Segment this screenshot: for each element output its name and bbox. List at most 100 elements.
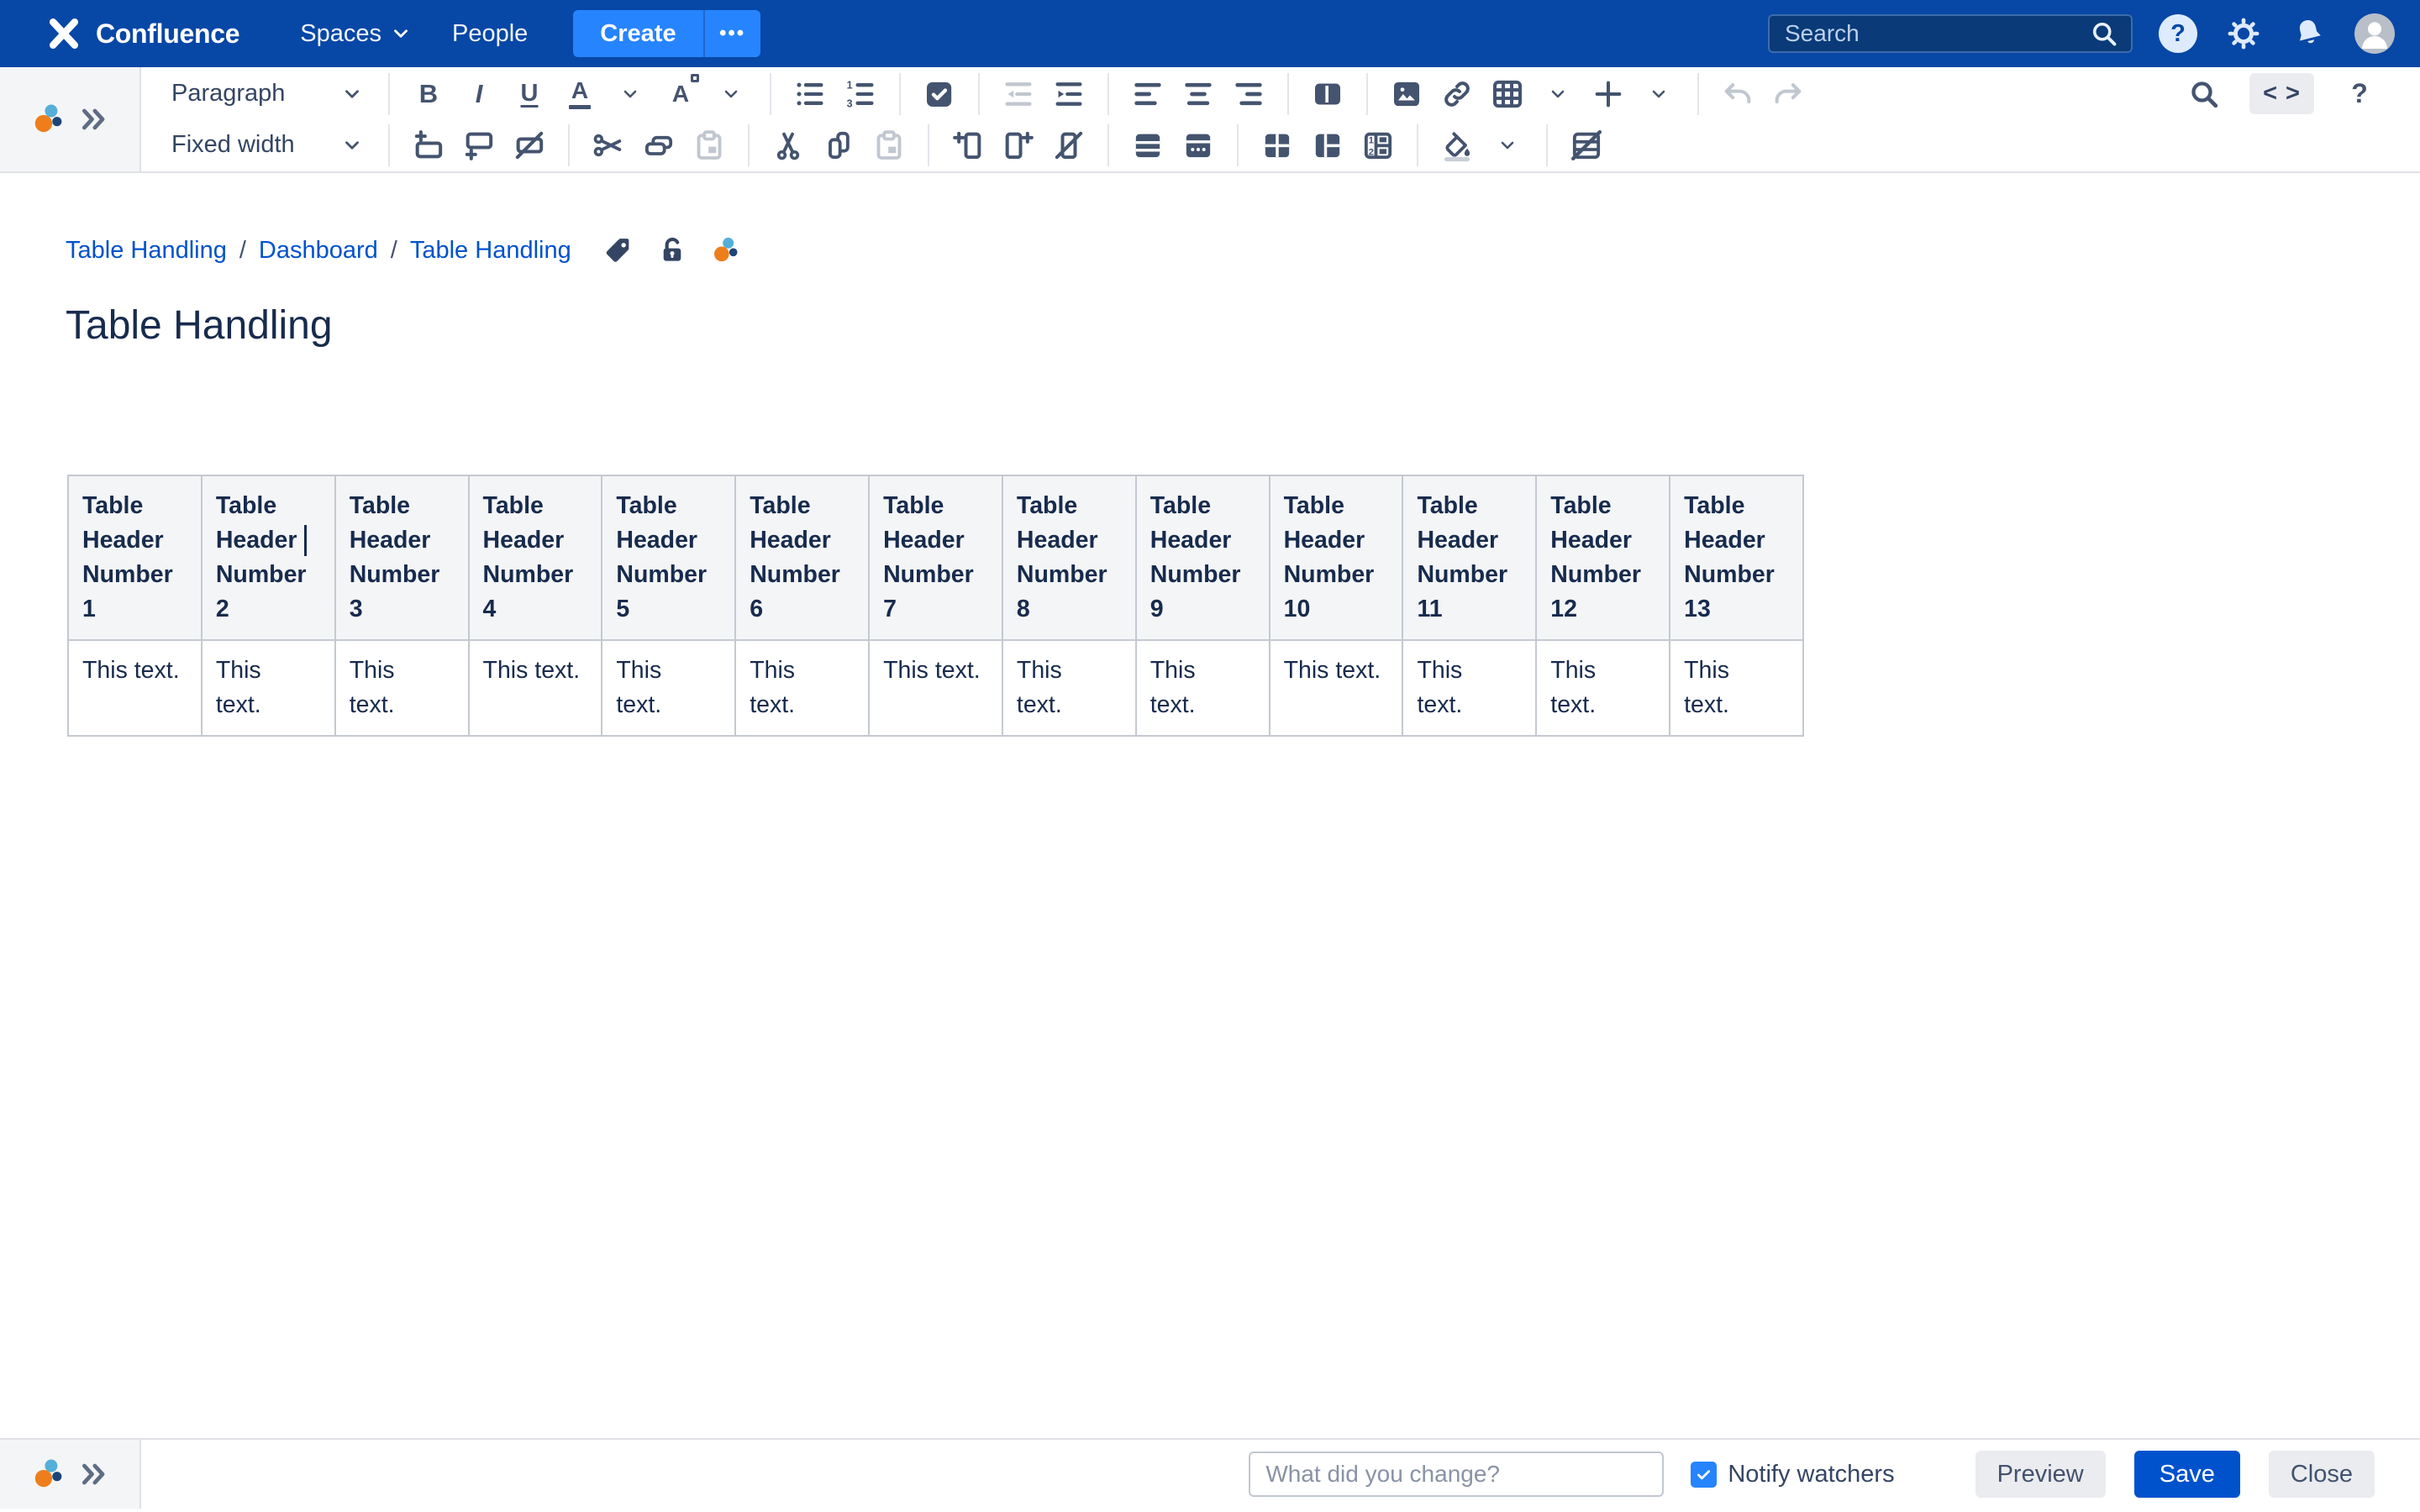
copy-row-button[interactable]: [635, 122, 682, 169]
page-layout-button[interactable]: [1304, 71, 1351, 118]
insert-link-button[interactable]: [1434, 71, 1481, 118]
table-cell[interactable]: This text.: [1670, 640, 1803, 736]
table-cell[interactable]: This text.: [1136, 640, 1270, 736]
table-header-cell[interactable]: Table Header Number 13: [1670, 475, 1803, 640]
unlock-icon[interactable]: [656, 234, 688, 266]
insert-row-above-button[interactable]: [405, 122, 452, 169]
find-replace-button[interactable]: [2181, 71, 2228, 118]
block-style-dropdown[interactable]: Paragraph: [161, 80, 373, 108]
align-right-button[interactable]: [1225, 71, 1272, 118]
space-logo-icon[interactable]: [710, 234, 744, 267]
version-comment-input[interactable]: [1249, 1452, 1664, 1497]
merge-cells-button[interactable]: [1175, 122, 1222, 169]
remove-table-button[interactable]: [1563, 122, 1610, 169]
table-header-cell[interactable]: Table Header Number 4: [469, 475, 602, 640]
cell-background-color-chevron[interactable]: [1484, 122, 1531, 169]
insert-more-button[interactable]: [1585, 71, 1632, 118]
table-cell[interactable]: This text.: [469, 640, 602, 736]
add-column-after-button[interactable]: [995, 122, 1042, 169]
space-logo-icon[interactable]: [30, 1455, 69, 1494]
task-list-button[interactable]: [916, 71, 963, 118]
redo-button[interactable]: [1765, 71, 1812, 118]
cut-column-button[interactable]: [765, 122, 812, 169]
more-formatting-button[interactable]: A: [657, 71, 704, 118]
insert-table-button[interactable]: [1484, 71, 1531, 118]
expand-sidebar-icon[interactable]: [77, 1457, 111, 1491]
text-color-chevron[interactable]: [607, 71, 654, 118]
preview-button[interactable]: Preview: [1975, 1451, 2106, 1498]
nav-item-people[interactable]: People: [432, 0, 548, 67]
help-button[interactable]: ?: [2158, 13, 2198, 54]
numbered-list-button[interactable]: 1 3: [837, 71, 884, 118]
align-left-button[interactable]: [1124, 71, 1171, 118]
header-row-button[interactable]: [1124, 122, 1171, 169]
table-header-cell[interactable]: Table Header Number 12: [1536, 475, 1670, 640]
source-editor-button[interactable]: < >: [2249, 73, 2314, 114]
search-icon[interactable]: [2089, 18, 2119, 49]
table-cell[interactable]: This text.: [202, 640, 335, 736]
insert-table-chevron[interactable]: [1534, 71, 1581, 118]
insert-image-button[interactable]: [1383, 71, 1430, 118]
table-header-cell[interactable]: Table Header Number 6: [735, 475, 869, 640]
insert-more-chevron[interactable]: [1635, 71, 1682, 118]
table-cell[interactable]: This text.: [1402, 640, 1536, 736]
table-header-cell[interactable]: Table Header Number 11: [1402, 475, 1536, 640]
more-formatting-chevron[interactable]: [708, 71, 755, 118]
breadcrumb-link-space[interactable]: Table Handling: [66, 237, 227, 265]
table-header-cell[interactable]: Table Header Number 5: [602, 475, 735, 640]
split-cells-button[interactable]: [1254, 122, 1301, 169]
page-title[interactable]: Table Handling: [66, 302, 2420, 349]
nav-item-spaces[interactable]: Spaces: [280, 0, 432, 67]
table-header-cell[interactable]: Table Header Number 10: [1270, 475, 1403, 640]
table-header-cell[interactable]: Table Header Number 3: [335, 475, 469, 640]
delete-column-button[interactable]: [1045, 122, 1092, 169]
outdent-button[interactable]: [995, 71, 1042, 118]
paste-column-button[interactable]: [865, 122, 913, 169]
table-header-cell[interactable]: Table Header Number 9: [1136, 475, 1270, 640]
global-search[interactable]: [1768, 14, 2133, 53]
paste-row-button[interactable]: [686, 122, 733, 169]
indent-button[interactable]: [1045, 71, 1092, 118]
table-width-dropdown[interactable]: Fixed width: [161, 131, 373, 159]
table-header-cell[interactable]: Table Header Number 1: [68, 475, 202, 640]
add-column-before-button[interactable]: [944, 122, 992, 169]
table-cell[interactable]: This text.: [335, 640, 469, 736]
table-cell[interactable]: This text.: [1536, 640, 1670, 736]
bullet-list-button[interactable]: [786, 71, 834, 118]
table-cell[interactable]: This text.: [68, 640, 202, 736]
delete-row-button[interactable]: [506, 122, 553, 169]
user-avatar[interactable]: [2354, 13, 2395, 54]
labels-tag-icon[interactable]: [602, 234, 634, 266]
numbering-column-button[interactable]: 1 2: [1355, 122, 1402, 169]
text-color-button[interactable]: A: [556, 71, 603, 118]
notifications-button[interactable]: [2289, 13, 2329, 54]
breadcrumb-link-dashboard[interactable]: Dashboard: [259, 237, 378, 265]
align-center-button[interactable]: [1175, 71, 1222, 118]
cell-background-color-button[interactable]: [1434, 122, 1481, 169]
confluence-logo[interactable]: Confluence: [45, 15, 239, 52]
table-header-cell[interactable]: Table Header Number 2: [202, 475, 335, 640]
header-column-button[interactable]: [1304, 122, 1351, 169]
bold-button[interactable]: B: [405, 71, 452, 118]
underline-button[interactable]: U: [506, 71, 553, 118]
save-button[interactable]: Save: [2134, 1451, 2240, 1498]
insert-row-below-button[interactable]: [455, 122, 502, 169]
cut-row-button[interactable]: [585, 122, 632, 169]
notify-watchers-checkbox[interactable]: [1691, 1462, 1717, 1488]
search-input[interactable]: [1785, 20, 2089, 47]
space-logo-icon[interactable]: [30, 100, 69, 139]
table-header-cell[interactable]: Table Header Number 8: [1002, 475, 1136, 640]
table-cell[interactable]: This text.: [869, 640, 1002, 736]
table-cell[interactable]: This text.: [1002, 640, 1136, 736]
expand-sidebar-icon[interactable]: [77, 102, 111, 136]
undo-button[interactable]: [1714, 71, 1761, 118]
editor-help-button[interactable]: ?: [2336, 71, 2383, 118]
copy-column-button[interactable]: [815, 122, 862, 169]
settings-button[interactable]: [2223, 13, 2264, 54]
create-more-button[interactable]: •••: [703, 10, 760, 57]
close-button[interactable]: Close: [2269, 1451, 2375, 1498]
italic-button[interactable]: I: [455, 71, 502, 118]
breadcrumb-link-page[interactable]: Table Handling: [410, 237, 571, 265]
table-header-cell[interactable]: Table Header Number 7: [869, 475, 1002, 640]
create-button[interactable]: Create: [573, 10, 702, 57]
